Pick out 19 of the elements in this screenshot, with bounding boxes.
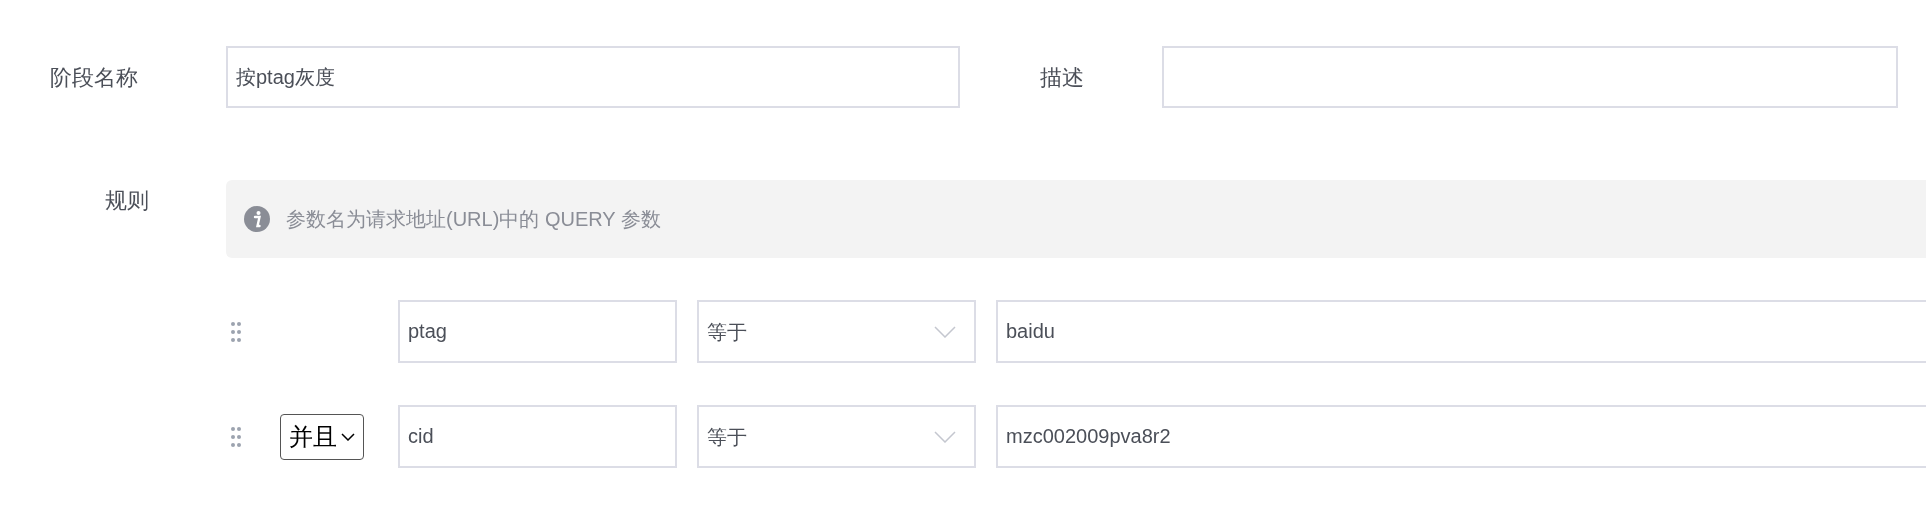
info-text: 参数名为请求地址(URL)中的 QUERY 参数 <box>286 207 661 232</box>
operator-select[interactable]: 等于 <box>697 405 976 468</box>
drag-handle-icon[interactable] <box>230 320 242 343</box>
chevron-down-icon <box>934 325 956 338</box>
param-value-field[interactable]: baidu <box>996 300 1926 363</box>
chevron-down-icon <box>341 432 355 441</box>
param-name-field[interactable]: cid <box>398 405 677 468</box>
param-value-field[interactable]: mzc002009pva8r2 <box>996 405 1926 468</box>
field-label: 规则 <box>105 188 149 213</box>
drag-handle-icon[interactable] <box>230 425 242 448</box>
stage-name-field[interactable]: 按ptag灰度 <box>226 46 960 108</box>
field-label: 描述 <box>1040 64 1084 90</box>
field-label: 阶段名称 <box>50 64 138 90</box>
chevron-down-icon <box>934 430 956 443</box>
description-field[interactable] <box>1162 46 1898 108</box>
param-name-field[interactable]: ptag <box>398 300 677 363</box>
info-icon <box>244 206 270 232</box>
logic-select[interactable]: 并且 <box>280 413 364 460</box>
operator-select[interactable]: 等于 <box>697 300 976 363</box>
